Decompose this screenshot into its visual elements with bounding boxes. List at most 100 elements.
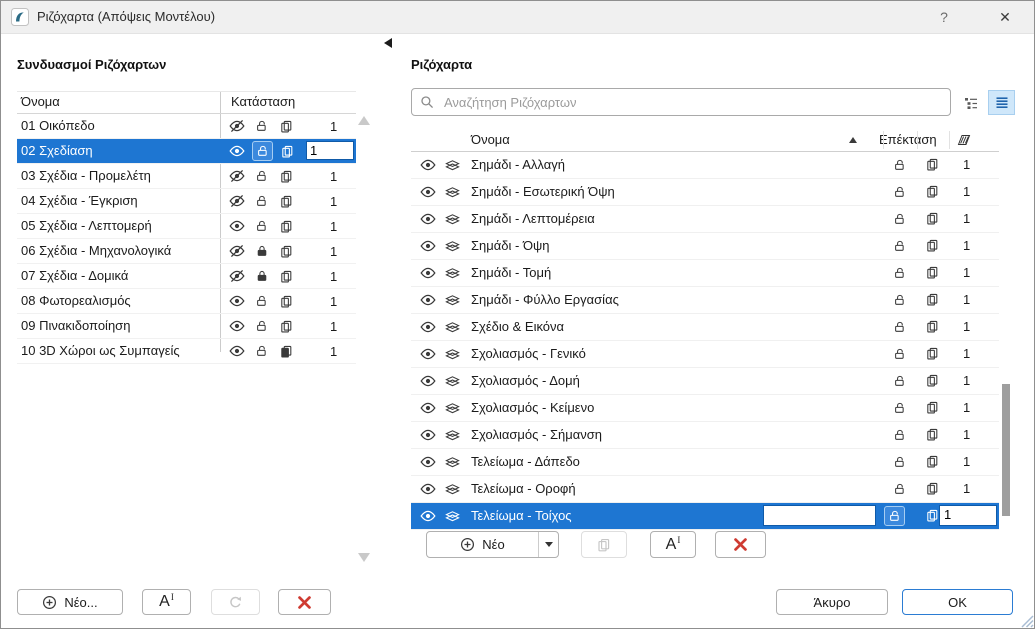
lock-open-icon[interactable] [255,169,269,183]
extension-input[interactable] [763,505,876,526]
intersection-number[interactable]: 1 [330,215,360,238]
duplicate-layer-button[interactable] [581,531,627,558]
lock-open-icon[interactable] [893,212,907,226]
copies-icon[interactable] [925,400,940,415]
lock-open-icon[interactable] [893,482,907,496]
tree-view-button[interactable] [957,90,984,115]
layer-combination-row[interactable]: 09 Πινακιδοποίηση 1 [17,314,356,339]
copies-icon[interactable] [279,194,294,209]
lock-open-icon[interactable] [255,344,269,358]
eye-icon[interactable] [420,400,436,416]
lock-open-icon[interactable] [893,266,907,280]
intersection-number[interactable]: 1 [330,290,360,313]
intersection-number[interactable]: 1 [963,233,970,258]
lock-toggle-chip[interactable] [884,506,905,526]
layer-row[interactable]: Σημάδι - Τομή 1 [411,260,999,287]
scroll-down-icon[interactable] [358,553,370,562]
eye-icon[interactable] [420,481,436,497]
eye-icon[interactable] [420,373,436,389]
copies-icon[interactable] [279,319,294,334]
status-column-header[interactable]: Κατάσταση [231,92,295,112]
intersection-number[interactable]: 1 [963,368,970,393]
layer-combination-row[interactable]: 01 Οικόπεδο 1 [17,114,356,139]
intersection-number[interactable]: 1 [963,260,970,285]
search-input[interactable] [442,94,942,111]
layer-row[interactable]: Σημάδι - Εσωτερική Όψη 1 [411,179,999,206]
layer-combination-row[interactable]: 10 3D Χώροι ως Συμπαγείς 1 [17,339,356,364]
eye-icon[interactable] [229,218,245,234]
intersection-number-input[interactable]: 1 [306,141,354,160]
ok-button[interactable]: OK [902,589,1013,615]
layer-combination-row[interactable]: 08 Φωτορεαλισμός 1 [17,289,356,314]
new-layer-dropdown[interactable] [538,532,558,557]
copies-icon[interactable] [925,427,940,442]
layer-row[interactable]: Σημάδι - Αλλαγή 1 [411,152,999,179]
eye-icon[interactable] [420,238,436,254]
lock-closed-icon[interactable] [255,244,269,258]
layer-row[interactable]: Τελείωμα - Οροφή 1 [411,476,999,503]
copies-icon[interactable] [925,373,940,388]
new-layer-button[interactable]: Νέο [427,532,538,557]
layer-combination-row-selected[interactable]: 02 Σχεδίαση 1 [17,139,356,164]
intersection-number[interactable]: 1 [330,315,360,338]
copies-icon[interactable] [925,508,940,523]
intersection-number[interactable]: 1 [963,449,970,474]
copies-icon[interactable] [925,319,940,334]
close-button[interactable]: ✕ [985,1,1025,33]
copies-icon[interactable] [279,244,294,259]
delete-combination-button[interactable] [278,589,331,615]
copies-icon[interactable] [925,157,940,172]
eye-slash-icon[interactable] [229,118,245,134]
copies-icon[interactable] [925,481,940,496]
copies-icon[interactable] [280,144,295,159]
lock-open-icon[interactable] [255,219,269,233]
intersection-number[interactable]: 1 [330,190,360,213]
eye-icon[interactable] [420,292,436,308]
intersection-number[interactable]: 1 [330,340,360,363]
intersection-number[interactable]: 1 [330,265,360,288]
copies-icon[interactable] [279,269,294,284]
layer-row[interactable]: Σχολιασμός - Σήμανση 1 [411,422,999,449]
eye-icon[interactable] [229,343,245,359]
update-combination-button[interactable] [211,589,260,615]
scrollbar-thumb[interactable] [1002,384,1010,516]
layer-row[interactable]: Σχολιασμός - Κείμενο 1 [411,395,999,422]
lock-open-icon[interactable] [888,509,902,523]
copies-icon[interactable] [925,346,940,361]
lock-open-icon[interactable] [893,158,907,172]
lock-toggle-chip[interactable] [252,141,273,161]
intersection-number[interactable]: 1 [330,165,360,188]
cancel-button[interactable]: Άκυρο [776,589,888,615]
layer-row[interactable]: Σημάδι - Λεπτομέρεια 1 [411,206,999,233]
layer-combination-row[interactable]: 05 Σχέδια - Λεπτομερή 1 [17,214,356,239]
intersection-number[interactable]: 1 [963,341,970,366]
lock-open-icon[interactable] [255,319,269,333]
eye-icon[interactable] [229,293,245,309]
intersection-number[interactable]: 1 [330,240,360,263]
intersection-number[interactable]: 1 [963,206,970,231]
resize-grip-icon[interactable] [1018,612,1034,628]
intersection-number[interactable]: 1 [330,115,360,138]
lock-open-icon[interactable] [893,320,907,334]
eye-icon[interactable] [420,454,436,470]
intersection-number[interactable]: 1 [963,179,970,204]
eye-icon[interactable] [420,346,436,362]
extension-column-header[interactable]: Επέκταση [879,129,937,150]
lock-open-icon[interactable] [893,239,907,253]
layer-row[interactable]: Σχέδιο & Εικόνα 1 [411,314,999,341]
eye-slash-icon[interactable] [229,268,245,284]
eye-slash-icon[interactable] [229,168,245,184]
copies-icon[interactable] [925,454,940,469]
layer-row[interactable]: Σχολιασμός - Γενικό 1 [411,341,999,368]
eye-icon[interactable] [229,318,245,334]
copies-icon[interactable] [925,184,940,199]
flat-view-button[interactable] [988,90,1015,115]
rename-layer-button[interactable]: AΙ [650,531,696,558]
eye-icon[interactable] [420,319,436,335]
name-column-header[interactable]: Όνομα [21,92,60,112]
eye-icon[interactable] [420,427,436,443]
intersection-number[interactable]: 1 [963,422,970,447]
eye-icon[interactable] [420,265,436,281]
copies-icon[interactable] [925,292,940,307]
lock-open-icon[interactable] [893,428,907,442]
